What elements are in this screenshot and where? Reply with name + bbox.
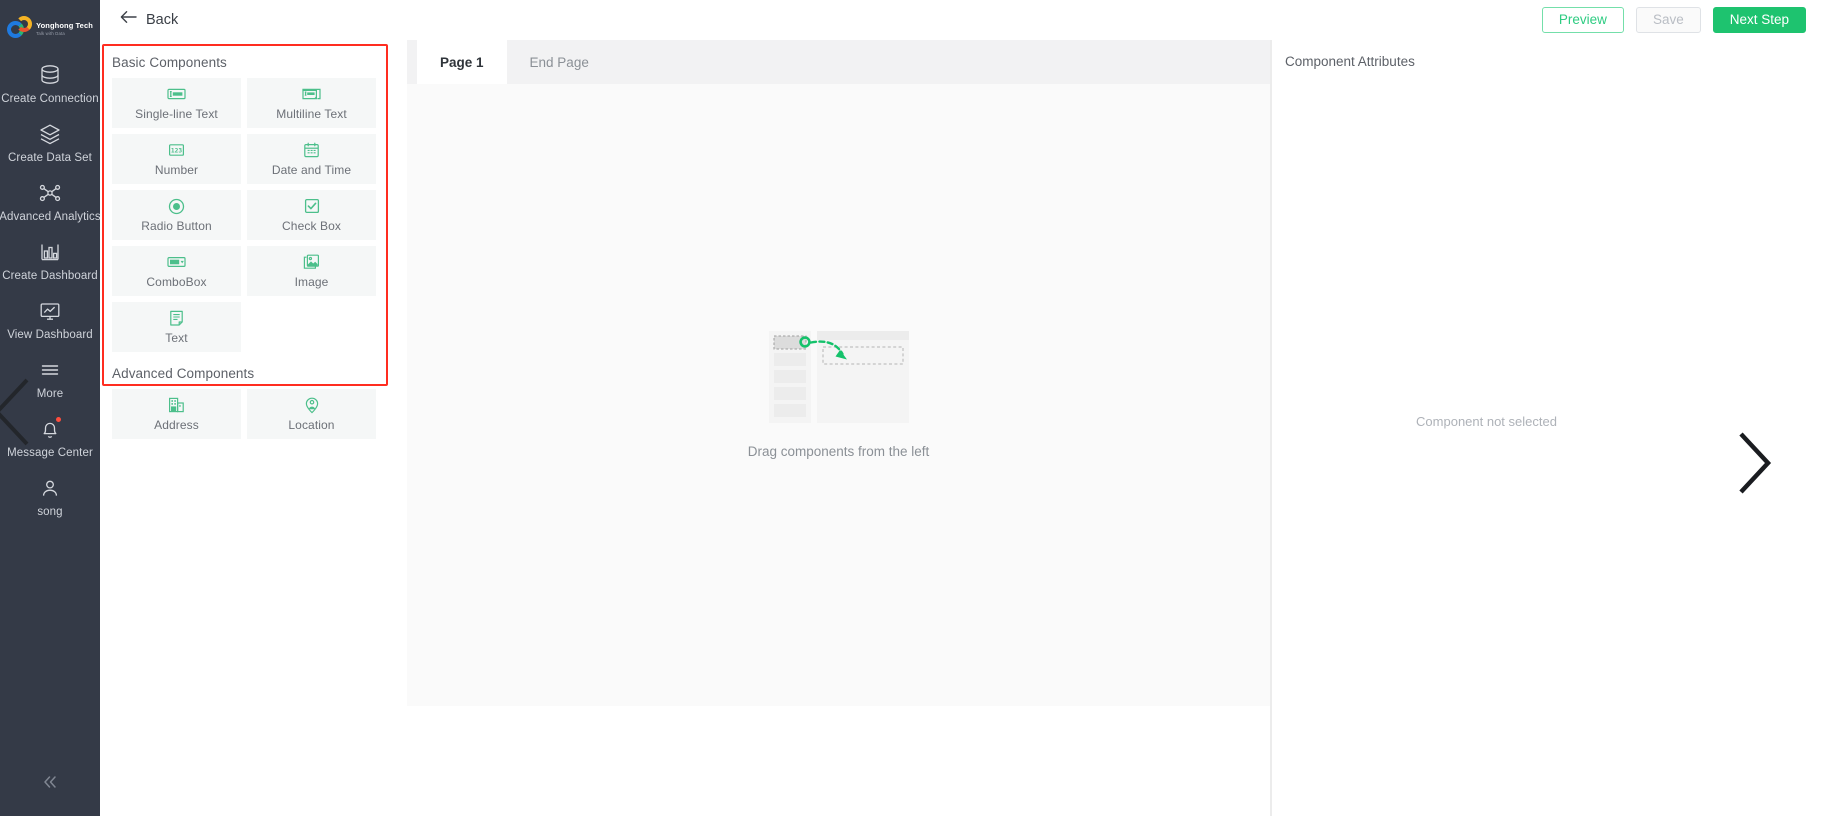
component-card-location[interactable]: Location — [247, 389, 376, 439]
component-label: ComboBox — [146, 275, 207, 289]
number-123-icon: 123 — [167, 141, 187, 159]
components-panel: Basic Components Single-line Text Multil… — [100, 40, 407, 816]
page-tabs: Page 1 End Page — [407, 40, 1270, 84]
toolbar-actions: Preview Save Next Step — [1541, 6, 1812, 33]
multiline-text-icon — [302, 85, 322, 103]
advanced-components-grid: Address Location — [112, 389, 376, 439]
building-icon — [167, 396, 187, 414]
sidebar-item-label: Advanced Analytics — [0, 211, 101, 223]
sidebar-item-advanced-analytics[interactable]: Advanced Analytics — [0, 172, 101, 231]
radio-button-icon — [167, 197, 187, 215]
left-sidebar: Yonghong Tech Talk with Data Create Conn… — [0, 0, 101, 816]
svg-text:123: 123 — [171, 147, 182, 154]
single-line-text-icon — [167, 85, 187, 103]
component-card-text[interactable]: Text — [112, 302, 241, 352]
hamburger-icon — [37, 358, 63, 382]
layers-icon — [37, 122, 63, 146]
sidebar-item-label: View Dashboard — [7, 329, 93, 341]
logo-tagline: Talk with Data — [36, 30, 65, 36]
sidebar-item-create-data-set[interactable]: Create Data Set — [0, 113, 100, 172]
save-button: Save — [1635, 6, 1701, 33]
component-card-number[interactable]: 123 Number — [112, 134, 241, 184]
preview-button[interactable]: Preview — [1541, 6, 1624, 33]
component-grid-empty-slot — [247, 302, 376, 352]
tab-page-1[interactable]: Page 1 — [417, 40, 507, 84]
attributes-empty-text: Component not selected — [1416, 414, 1557, 429]
yonghong-logo-icon — [7, 16, 33, 42]
chevron-right-icon[interactable] — [1732, 428, 1776, 503]
component-label: Check Box — [282, 219, 341, 233]
advanced-components-title: Advanced Components — [112, 366, 255, 381]
component-card-radio-button[interactable]: Radio Button — [112, 190, 241, 240]
form-canvas[interactable]: Drag components from the left — [407, 84, 1270, 706]
back-button[interactable]: Back — [114, 6, 184, 33]
component-card-date-and-time[interactable]: Date and Time — [247, 134, 376, 184]
component-card-single-line-text[interactable]: Single-line Text — [112, 78, 241, 128]
sidebar-item-user-song[interactable]: song — [0, 467, 100, 526]
sidebar-item-message-center[interactable]: Message Center — [0, 408, 100, 467]
component-card-multiline-text[interactable]: Multiline Text — [247, 78, 376, 128]
component-card-check-box[interactable]: Check Box — [247, 190, 376, 240]
drag-illustration-icon — [768, 331, 909, 428]
database-icon — [37, 63, 63, 87]
main-area: Back Preview Save Next Step Basic Compon… — [100, 0, 1822, 816]
nodes-icon — [37, 181, 63, 205]
app-root: Yonghong Tech Talk with Data Create Conn… — [0, 0, 1822, 816]
component-label: Location — [288, 418, 335, 432]
attributes-panel-title: Component Attributes — [1285, 54, 1415, 69]
component-label: Address — [154, 418, 199, 432]
back-label: Back — [146, 11, 179, 28]
component-label: Date and Time — [271, 163, 352, 177]
sidebar-item-label: Create Data Set — [8, 152, 92, 164]
canvas-empty-text: Drag components from the left — [747, 444, 930, 459]
location-pin-icon — [302, 396, 322, 414]
sidebar-item-label: Message Center — [7, 447, 93, 459]
calendar-icon — [302, 141, 322, 159]
component-label: Radio Button — [141, 219, 212, 233]
basic-components-grid: Single-line Text Multiline Text 123 Numb… — [112, 78, 376, 352]
component-attributes-panel: Component Attributes Component not selec… — [1270, 40, 1822, 816]
component-label: Number — [154, 163, 199, 177]
check-box-icon — [302, 197, 322, 215]
component-label: Image — [294, 275, 329, 289]
text-document-icon — [167, 309, 187, 327]
notification-badge-dot — [56, 417, 61, 422]
image-icon — [302, 253, 322, 271]
combobox-icon — [167, 253, 187, 271]
editor-body: Basic Components Single-line Text Multil… — [100, 40, 1822, 816]
component-label: Text — [165, 331, 188, 345]
sidebar-item-create-connection[interactable]: Create Connection — [0, 54, 100, 113]
sidebar-item-label: Create Connection — [1, 93, 99, 105]
component-label: Single-line Text — [135, 107, 218, 121]
app-logo[interactable]: Yonghong Tech Talk with Data — [0, 0, 100, 54]
sidebar-item-label: More — [36, 388, 64, 400]
logo-name: Yonghong Tech — [36, 21, 93, 31]
sidebar-item-label: Create Dashboard — [2, 270, 98, 282]
sidebar-item-label: song — [37, 506, 63, 518]
component-card-combobox[interactable]: ComboBox — [112, 246, 241, 296]
monitor-chart-icon — [37, 299, 63, 323]
tab-end-page[interactable]: End Page — [507, 40, 612, 84]
sidebar-item-view-dashboard[interactable]: View Dashboard — [0, 290, 100, 349]
canvas-column: Page 1 End Page Drag components from the… — [407, 40, 1270, 816]
top-toolbar: Back Preview Save Next Step — [100, 0, 1822, 40]
double-chevron-left-icon — [40, 775, 60, 794]
arrow-left-icon — [120, 10, 137, 29]
component-card-address[interactable]: Address — [112, 389, 241, 439]
bar-chart-icon — [37, 240, 63, 264]
component-label: Multiline Text — [276, 107, 347, 121]
sidebar-item-create-dashboard[interactable]: Create Dashboard — [0, 231, 100, 290]
sidebar-item-more[interactable]: More — [0, 349, 100, 408]
sidebar-collapse-button[interactable] — [0, 775, 100, 794]
user-icon — [37, 476, 63, 500]
canvas-empty-state: Drag components from the left — [747, 331, 930, 459]
bell-icon — [37, 417, 63, 441]
component-card-image[interactable]: Image — [247, 246, 376, 296]
basic-components-title: Basic Components — [112, 55, 227, 70]
next-step-button[interactable]: Next Step — [1712, 6, 1806, 33]
